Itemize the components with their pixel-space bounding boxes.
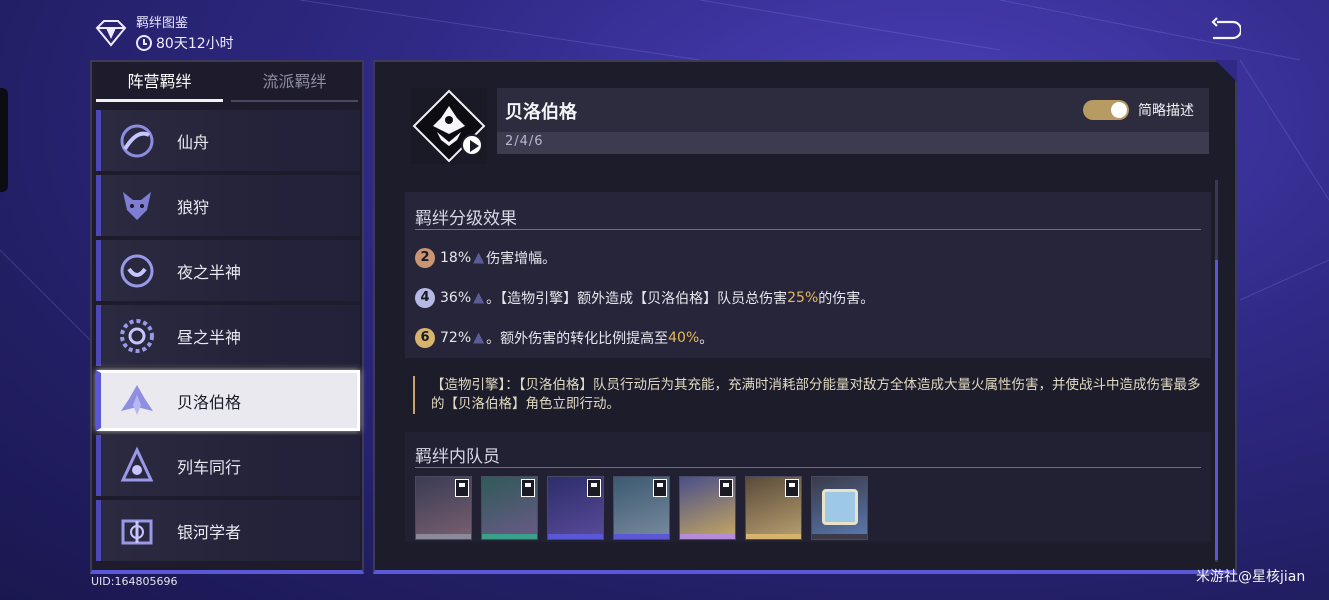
effect-value: 18%: [440, 250, 472, 266]
scrollbar[interactable]: [1215, 180, 1218, 562]
effect-text: 伤害增幅。: [486, 251, 557, 267]
faction-label: 仙舟: [177, 132, 210, 152]
bond-title-bar: 贝洛伯格 简略描述: [497, 88, 1209, 132]
rarity-strip: [482, 534, 537, 539]
effect-row-tier-2: 2 18% 伤害增幅。: [415, 248, 556, 268]
header: 羁绊图鉴 80天12小时: [94, 12, 234, 53]
member-portrait[interactable]: [415, 476, 472, 540]
effect-text-end: 的伤害。: [818, 291, 875, 307]
member-portrait[interactable]: [613, 476, 670, 540]
remaining-time: 80天12小时: [136, 33, 234, 53]
member-tag-icon: [785, 479, 799, 497]
device-edge: [0, 88, 8, 192]
member-portrait[interactable]: [481, 476, 538, 540]
sun-icon: [115, 314, 159, 358]
tier-badge: 4: [415, 288, 435, 308]
member-tag-icon: [455, 479, 469, 497]
faction-label: 银河学者: [177, 522, 242, 542]
tab-school-bonds[interactable]: 流派羁绊: [231, 62, 358, 102]
tier-thresholds: 2/4/6: [505, 134, 544, 149]
faction-item-train[interactable]: 列车同行: [96, 435, 360, 496]
effect-highlight: 25%: [787, 290, 819, 306]
divider: [415, 229, 1201, 230]
moon-icon: [115, 249, 159, 293]
faction-list: 仙舟 狼狩 夜之半神 昼之半神 贝洛伯格 列车同行 银河学者: [92, 110, 362, 561]
tier-bar: 2/4/6: [497, 132, 1209, 154]
tier-badge: 6: [415, 328, 435, 348]
effect-value: 72%: [440, 330, 472, 346]
play-button[interactable]: [461, 134, 483, 156]
member-tag-icon: [587, 479, 601, 497]
member-tag-icon: [719, 479, 733, 497]
faction-item-night-demigod[interactable]: 夜之半神: [96, 240, 360, 301]
member-tag-icon: [653, 479, 667, 497]
effect-text: 。额外伤害的转化比例提高至: [486, 331, 669, 347]
bond-detail-panel: 贝洛伯格 简略描述 2/4/6 羁绊分级效果 2 18% 伤害增幅。 4 36%…: [373, 60, 1237, 574]
bond-name: 贝洛伯格: [505, 102, 577, 123]
effect-highlight: 40%: [668, 330, 700, 346]
effect-text: 。【造物引擎】额外造成【贝洛伯格】队员总伤害: [486, 291, 788, 307]
scroll-thumb[interactable]: [1215, 260, 1218, 560]
effect-text-end: 。: [699, 331, 714, 347]
faction-item-belobog[interactable]: 贝洛伯格: [96, 370, 360, 431]
member-portrait[interactable]: [811, 476, 868, 540]
rarity-strip: [746, 534, 801, 539]
xianzhou-icon: [115, 119, 159, 163]
user-id: UID:164805696: [91, 575, 178, 588]
member-tag-icon: [521, 479, 535, 497]
effects-title: 羁绊分级效果: [415, 209, 517, 229]
bond-members-section: 羁绊内队员: [405, 432, 1211, 542]
member-portrait[interactable]: [745, 476, 802, 540]
divider: [415, 467, 1201, 468]
diamond-logo-icon: [95, 19, 127, 47]
rarity-strip: [680, 534, 735, 539]
belobog-badge-icon: [822, 489, 858, 525]
faction-label: 昼之半神: [177, 327, 242, 347]
watermark: 米游社@星核jian: [1196, 569, 1306, 585]
clock-icon: [136, 35, 152, 51]
faction-item-wolf[interactable]: 狼狩: [96, 175, 360, 236]
faction-label: 夜之半神: [177, 262, 242, 282]
faction-item-xianzhou[interactable]: 仙舟: [96, 110, 360, 171]
creation-engine-note: 【造物引擎】：【贝洛伯格】队员行动后为其充能，充满时消耗部分能量对敌方全体造成大…: [413, 376, 1203, 414]
member-list: [415, 476, 868, 540]
page-title: 羁绊图鉴: [136, 16, 189, 31]
faction-item-scholar[interactable]: 银河学者: [96, 500, 360, 561]
rarity-strip: [812, 534, 867, 539]
member-portrait[interactable]: [679, 476, 736, 540]
scholar-icon: [115, 509, 159, 553]
faction-item-day-demigod[interactable]: 昼之半神: [96, 305, 360, 366]
members-title: 羁绊内队员: [415, 447, 500, 467]
tab-faction-bonds[interactable]: 阵营羁绊: [96, 62, 223, 102]
damage-boost-icon: [473, 252, 485, 264]
wolf-icon: [115, 184, 159, 228]
faction-label: 贝洛伯格: [177, 392, 242, 412]
damage-boost-icon: [473, 332, 485, 344]
bond-effects-section: 羁绊分级效果 2 18% 伤害增幅。 4 36% 。【造物引擎】额外造成【贝洛伯…: [405, 192, 1211, 358]
rarity-strip: [416, 534, 471, 539]
belobog-icon: [115, 379, 159, 423]
train-icon: [115, 444, 159, 488]
faction-panel: 阵营羁绊 流派羁绊 仙舟 狼狩 夜之半神 昼之半神 贝洛伯格 列车同行 银河学者: [90, 60, 364, 574]
effect-row-tier-4: 4 36% 。【造物引擎】额外造成【贝洛伯格】队员总伤害 25% 的伤害。: [415, 288, 874, 308]
rarity-strip: [548, 534, 603, 539]
tier-badge: 2: [415, 248, 435, 268]
faction-label: 列车同行: [177, 457, 242, 477]
member-portrait[interactable]: [547, 476, 604, 540]
effect-row-tier-6: 6 72% 。额外伤害的转化比例提高至 40% 。: [415, 328, 713, 348]
bond-tabs: 阵营羁绊 流派羁绊: [92, 62, 362, 102]
toggle-label: 简略描述: [1138, 103, 1194, 119]
faction-label: 狼狩: [177, 197, 210, 217]
brief-description-toggle[interactable]: [1083, 100, 1129, 120]
rarity-strip: [614, 534, 669, 539]
timer-text: 80天12小时: [156, 36, 234, 52]
back-icon[interactable]: [1207, 16, 1241, 46]
damage-boost-icon: [473, 292, 485, 304]
effect-value: 36%: [440, 290, 472, 306]
